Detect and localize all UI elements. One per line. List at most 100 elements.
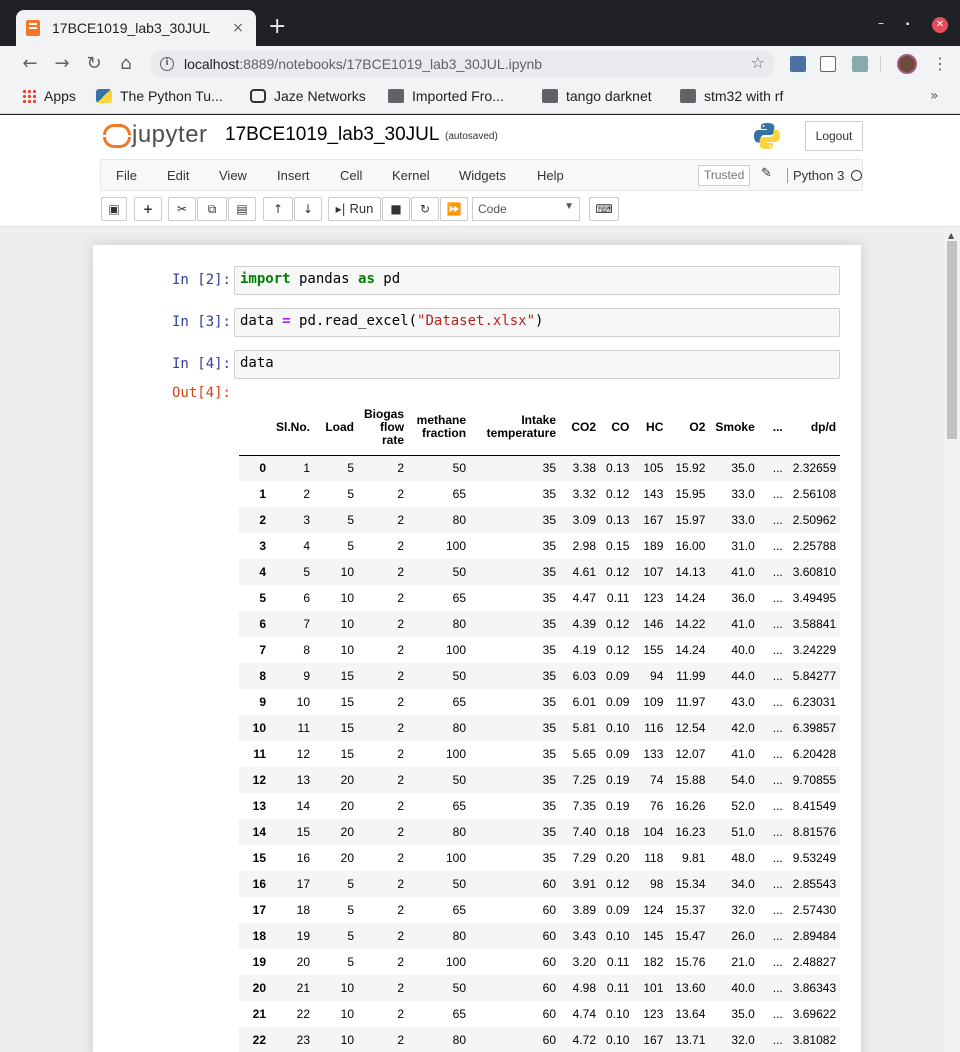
menu-cell[interactable]: Cell [340, 168, 362, 183]
menu-widgets[interactable]: Widgets [459, 168, 506, 183]
table-cell: 9.81 [682, 851, 706, 865]
tab-close-icon[interactable]: × [230, 20, 246, 36]
table-cell: 15.88 [675, 773, 706, 787]
restart-button[interactable]: ↻ [411, 197, 439, 221]
page-scrollbar[interactable]: ▲ [944, 227, 960, 1052]
bookmark-stm32[interactable]: stm32 with rf [680, 88, 783, 104]
code-cell-input[interactable]: data [234, 350, 840, 379]
forward-icon[interactable]: → [50, 52, 74, 76]
table-cell: 2 [397, 903, 405, 917]
column-header: Intake temperature [471, 400, 562, 456]
bookmark-label: Apps [44, 88, 76, 104]
table-cell: 189 [643, 539, 664, 553]
cut-button[interactable]: ✂ [168, 197, 196, 221]
table-cell: 3.91 [572, 877, 597, 891]
table-cell: 33.0 [731, 513, 755, 527]
table-cell: 9.70855 [792, 773, 837, 787]
output-prompt: Out[4]: [171, 385, 231, 401]
maximize-icon[interactable]: ⬝ [906, 16, 909, 31]
bookmarks-overflow-icon[interactable]: » [930, 88, 939, 104]
paste-button[interactable]: ▤ [228, 197, 256, 221]
table-cell: 6.01 [572, 695, 597, 709]
table-cell: 22 [296, 1007, 311, 1021]
table-cell: 40.0 [731, 643, 755, 657]
browser-tab[interactable]: 17BCE1019_lab3_30JUL × [16, 10, 256, 46]
image-extension-icon[interactable] [852, 56, 868, 72]
bookmark-apps[interactable]: Apps [22, 88, 76, 104]
back-icon[interactable]: ← [18, 52, 42, 76]
table-cell: 4.74 [572, 1007, 597, 1021]
jupyter-logo[interactable]: jupyter [102, 121, 208, 149]
info-icon[interactable]: i [160, 57, 174, 71]
menu-help[interactable]: Help [537, 168, 564, 183]
url-host: localhost [184, 56, 240, 72]
extension-icon[interactable] [790, 56, 806, 72]
table-cell: 14.24 [675, 643, 706, 657]
minimize-icon[interactable]: – [878, 16, 884, 30]
move-down-button[interactable]: ↓ [294, 197, 322, 221]
insert-cell-button[interactable]: + [134, 197, 162, 221]
table-cell: 60 [542, 1007, 557, 1021]
menu-insert[interactable]: Insert [277, 168, 310, 183]
interrupt-button[interactable]: ■ [382, 197, 410, 221]
save-button[interactable]: ▣ [101, 197, 127, 221]
table-cell: 2 [397, 1007, 405, 1021]
table-cell: 0.11 [606, 955, 630, 969]
table-cell: 4.61 [572, 565, 597, 579]
home-icon[interactable]: ⌂ [114, 52, 138, 76]
table-cell: ... [772, 617, 783, 631]
new-tab-button[interactable]: + [268, 16, 286, 38]
code-string: "Dataset.xlsx" [417, 313, 536, 329]
scrollbar-thumb[interactable] [947, 241, 957, 439]
restart-run-all-button[interactable]: ⏩ [440, 197, 468, 221]
code-cell-input[interactable]: data = pd.read_excel("Dataset.xlsx") [234, 308, 840, 337]
table-cell: 2 [397, 513, 405, 527]
window-close-icon[interactable]: ✕ [932, 17, 948, 33]
reader-icon[interactable] [820, 56, 836, 72]
table-cell: 76 [650, 799, 664, 813]
table-cell: 15 [340, 747, 355, 761]
table-cell: 5 [347, 513, 355, 527]
table-cell: 2 [397, 825, 405, 839]
logout-button[interactable]: Logout [805, 121, 863, 151]
bookmark-tango-darknet[interactable]: tango darknet [542, 88, 652, 104]
table-cell: 101 [643, 981, 664, 995]
profile-avatar[interactable] [897, 54, 917, 74]
table-cell: ... [772, 565, 783, 579]
table-cell: 3.69622 [792, 1007, 837, 1021]
browser-menu-icon[interactable]: ⋮ [932, 54, 948, 73]
bookmark-star-icon[interactable]: ☆ [751, 53, 765, 72]
table-cell: 60 [542, 903, 557, 917]
table-cell: 94 [650, 669, 664, 683]
table-cell: 42.0 [731, 721, 755, 735]
table-cell: 105 [643, 461, 664, 476]
row-index: 9 [259, 695, 266, 709]
table-cell: 2 [397, 773, 405, 787]
reload-icon[interactable]: ↻ [82, 52, 106, 76]
run-button[interactable]: ▸| Run [328, 197, 381, 221]
cell-type-select[interactable]: Code ▼ [472, 197, 580, 221]
table-cell: 0.12 [606, 487, 630, 501]
code-cell-input[interactable]: import pandas as pd [234, 266, 840, 295]
table-cell: 0.20 [606, 851, 630, 865]
menu-file[interactable]: File [116, 168, 137, 183]
menu-view[interactable]: View [219, 168, 247, 183]
move-up-button[interactable]: ↑ [263, 197, 293, 221]
table-row: 3 4 5 2 100 35 2.98 0.15 189 16.00 31.0... 2.25788 [239, 533, 840, 559]
bookmark-python-tutorial[interactable]: The Python Tu... [96, 88, 223, 104]
address-bar[interactable]: i localhost:8889/notebooks/17BCE1019_lab… [150, 50, 775, 78]
table-row: 16 17 5 2 50 60 3.91 0.12 98 15.34 34.0... 2.85543 [239, 871, 840, 897]
bookmark-jaze-networks[interactable]: Jaze Networks [250, 88, 366, 104]
table-cell: 2.57430 [792, 903, 837, 917]
table-cell: 13 [296, 773, 311, 787]
scroll-up-icon[interactable]: ▲ [948, 231, 954, 240]
table-cell: 12.54 [675, 721, 706, 735]
trusted-indicator[interactable]: Trusted [698, 165, 751, 186]
menu-kernel[interactable]: Kernel [392, 168, 430, 183]
command-palette-button[interactable]: ⌨ [589, 197, 619, 221]
table-cell: ... [772, 799, 783, 813]
notebook-name[interactable]: 17BCE1019_lab3_30JUL [225, 124, 439, 146]
copy-button[interactable]: ⧉ [197, 197, 227, 221]
menu-edit[interactable]: Edit [167, 168, 189, 183]
bookmark-imported[interactable]: Imported Fro... [388, 88, 504, 104]
